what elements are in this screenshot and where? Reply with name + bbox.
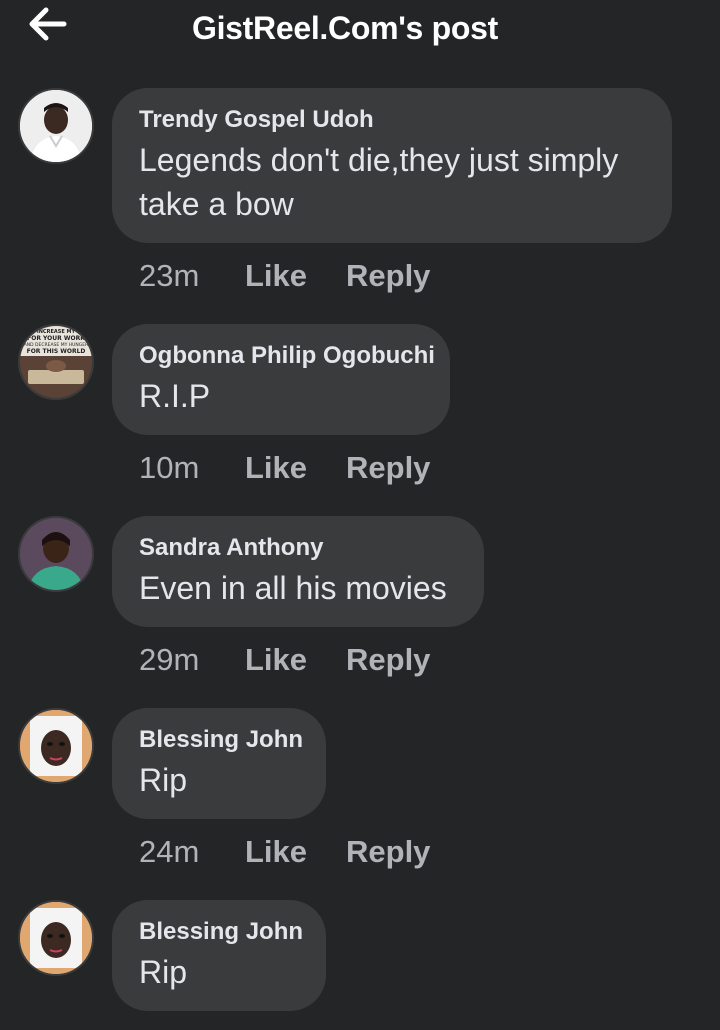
reply-button[interactable]: Reply (346, 642, 430, 678)
comment-timestamp[interactable]: 23m (139, 258, 245, 294)
comment-author[interactable]: Blessing John (139, 916, 303, 948)
comment-bubble: Sandra Anthony Even in all his movies (112, 516, 484, 627)
avatar[interactable] (18, 900, 94, 976)
avatar[interactable]: INCREASE MY FOR YOUR WORK AND DECREASE M… (18, 324, 94, 400)
like-button[interactable]: Like (245, 450, 346, 486)
comment-bubble: Trendy Gospel Udoh Legends don't die,the… (112, 88, 672, 243)
top-bar: GistReel.Com's post (0, 0, 720, 58)
comment-actions: 24m Like Reply (139, 834, 430, 870)
avatar[interactable] (18, 708, 94, 784)
like-button[interactable]: Like (245, 642, 346, 678)
reply-button[interactable]: Reply (346, 834, 430, 870)
comment-actions: 29m Like Reply (139, 642, 430, 678)
comment-item: Blessing John Rip (0, 900, 720, 1020)
comment-item: Sandra Anthony Even in all his movies 29… (0, 516, 720, 686)
comment-actions: 23m Like Reply (139, 258, 430, 294)
comment-bubble: Blessing John Rip (112, 708, 326, 819)
avatar[interactable] (18, 516, 94, 592)
comment-text: Rip (139, 954, 188, 990)
comment-text: Rip (139, 762, 188, 798)
comment-item: INCREASE MY FOR YOUR WORK AND DECREASE M… (0, 324, 720, 494)
comment-timestamp[interactable]: 24m (139, 834, 245, 870)
comment-text: R.I.P (139, 378, 211, 414)
like-button[interactable]: Like (245, 258, 346, 294)
page-title: GistReel.Com's post (192, 10, 498, 46)
avatar[interactable] (18, 88, 94, 164)
comment-text: Legends don't die,they just simply take … (139, 142, 619, 222)
comment-timestamp[interactable]: 29m (139, 642, 245, 678)
comment-author[interactable]: Trendy Gospel Udoh (139, 104, 644, 136)
comment-actions: 10m Like Reply (139, 450, 430, 486)
reply-button[interactable]: Reply (346, 450, 430, 486)
reply-button[interactable]: Reply (346, 258, 430, 294)
comment-bubble: Blessing John Rip (112, 900, 326, 1011)
comment-author[interactable]: Ogbonna Philip Ogobuchi (139, 340, 435, 372)
comment-timestamp[interactable]: 10m (139, 450, 245, 486)
comment-item: Blessing John Rip 24m Like Reply (0, 708, 720, 878)
avatar-caption: FOR YOUR WORK (27, 335, 85, 342)
avatar-caption: FOR THIS WORLD (27, 348, 86, 355)
comment-author[interactable]: Sandra Anthony (139, 532, 456, 564)
comment-bubble: Ogbonna Philip Ogobuchi R.I.P (112, 324, 450, 435)
like-button[interactable]: Like (245, 834, 346, 870)
comment-author[interactable]: Blessing John (139, 724, 303, 756)
comment-item: Trendy Gospel Udoh Legends don't die,the… (0, 88, 720, 293)
comment-text: Even in all his movies (139, 570, 447, 606)
